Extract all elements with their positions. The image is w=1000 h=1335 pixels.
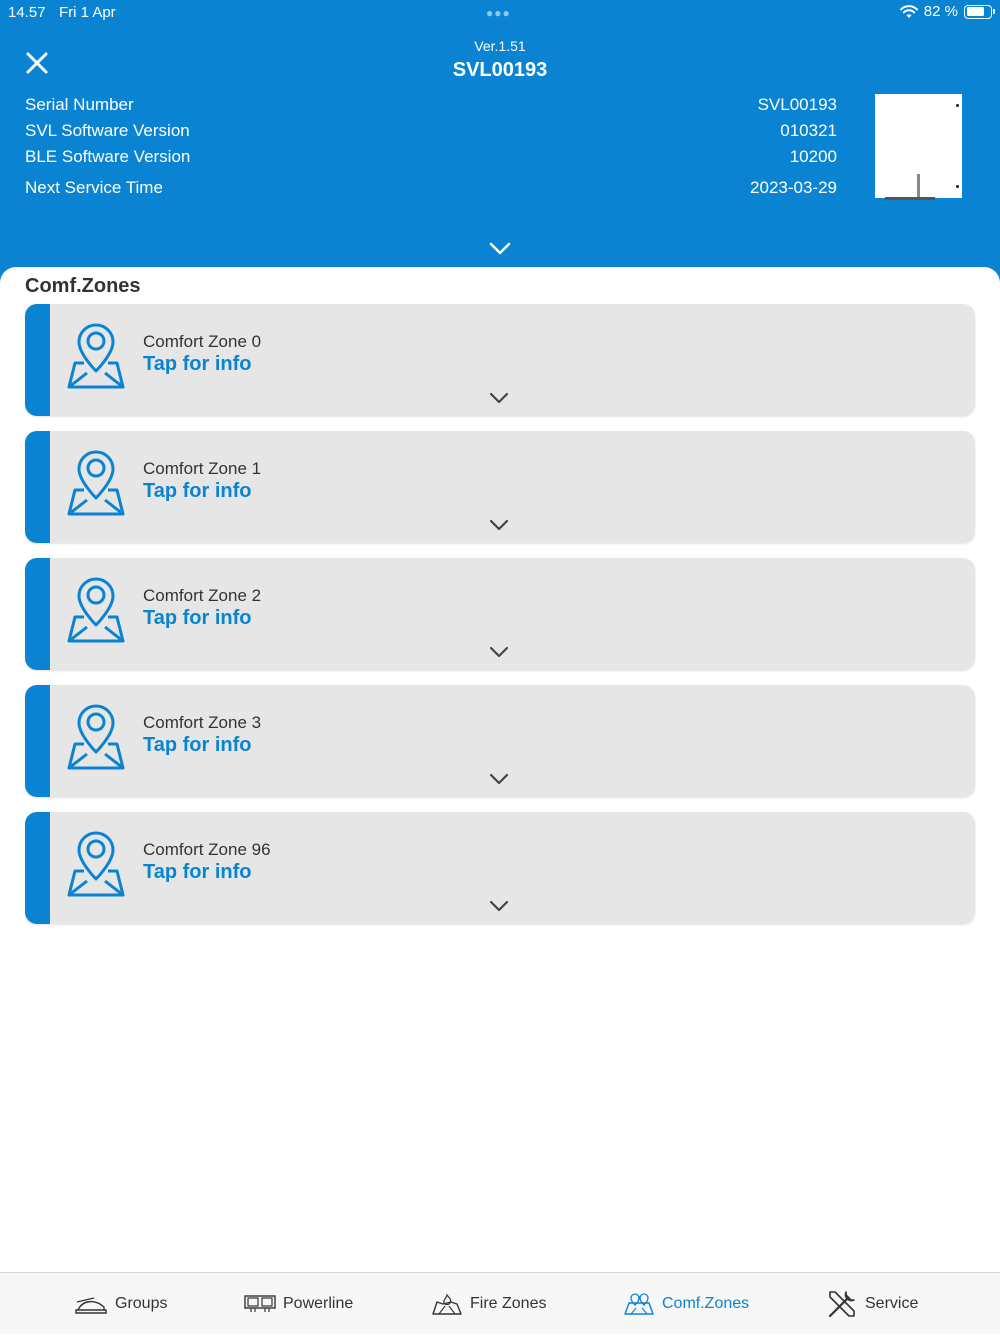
zone-card[interactable]: Comfort Zone 0 Tap for info <box>25 304 975 416</box>
chevron-down-icon[interactable] <box>487 898 511 914</box>
tap-for-info-link[interactable]: Tap for info <box>143 607 252 630</box>
map-pin-icon <box>67 831 125 897</box>
zone-accent-bar <box>25 558 50 670</box>
tab-comf-zones[interactable]: Comf.Zones <box>623 1273 749 1335</box>
info-value: 10200 <box>789 147 837 166</box>
section-title: Comf.Zones <box>25 275 141 297</box>
tap-for-info-link[interactable]: Tap for info <box>143 480 252 503</box>
info-value: SVL00193 <box>757 95 837 114</box>
zone-name: Comfort Zone 1 <box>143 459 262 478</box>
battery-icon <box>964 4 995 19</box>
wifi-icon <box>899 4 918 18</box>
zone-card[interactable]: Comfort Zone 3 Tap for info <box>25 685 975 797</box>
tab-label: Service <box>865 1295 919 1312</box>
map-pin-icon <box>67 450 125 516</box>
service-icon <box>828 1291 855 1318</box>
status-bar: 14.57 Fri 1 Apr ●●● 82 % <box>0 0 1000 26</box>
zone-name: Comfort Zone 96 <box>143 840 271 859</box>
multitasking-dots-icon[interactable]: ●●● <box>486 6 511 20</box>
tap-for-info-link[interactable]: Tap for info <box>143 734 252 757</box>
info-row-next-service-time: Next Service Time 2023-03-29 <box>25 178 837 198</box>
chevron-down-icon[interactable] <box>487 390 511 406</box>
info-row-svl-software-version: SVL Software Version 010321 <box>25 121 837 141</box>
tap-for-info-link[interactable]: Tap for info <box>143 861 252 884</box>
tab-label: Groups <box>115 1295 168 1312</box>
app-version: Ver.1.51 <box>474 38 526 54</box>
powerline-icon <box>244 1295 276 1312</box>
device-title: SVL00193 <box>452 59 548 81</box>
zone-name: Comfort Zone 2 <box>143 586 262 605</box>
chevron-down-icon[interactable] <box>487 644 511 660</box>
tab-fire-zones[interactable]: Fire Zones <box>431 1273 546 1335</box>
zone-accent-bar <box>25 304 50 416</box>
info-label: Serial Number <box>25 95 134 114</box>
zone-accent-bar <box>25 685 50 797</box>
tab-powerline[interactable]: Powerline <box>244 1273 353 1335</box>
battery-percentage: 82 % <box>923 3 958 20</box>
tap-for-info-link[interactable]: Tap for info <box>143 353 252 376</box>
header: 14.57 Fri 1 Apr ●●● 82 % Ver.1.51 SVL001… <box>0 0 1000 300</box>
info-label: SVL Software Version <box>25 121 190 140</box>
zone-card[interactable]: Comfort Zone 1 Tap for info <box>25 431 975 543</box>
zone-accent-bar <box>25 812 50 924</box>
status-date: Fri 1 Apr <box>59 4 116 21</box>
tab-label: Powerline <box>283 1295 354 1312</box>
device-image <box>875 94 962 200</box>
tab-label: Comf.Zones <box>662 1295 750 1312</box>
info-value: 2023-03-29 <box>750 178 837 197</box>
info-row-serial-number: Serial Number SVL00193 <box>25 95 837 115</box>
chevron-down-icon[interactable] <box>487 238 513 260</box>
zone-card[interactable]: Comfort Zone 96 Tap for info <box>25 812 975 924</box>
zone-name: Comfort Zone 3 <box>143 713 262 732</box>
info-value: 010321 <box>780 121 837 140</box>
fire-zones-icon <box>432 1293 462 1315</box>
tab-bar: Groups Powerline Fire Zones Comf.Zones S… <box>0 1272 1000 1334</box>
zones-panel: Comf.Zones Comfort Zone 0 Tap for info C… <box>0 267 1000 1272</box>
tab-label: Fire Zones <box>470 1295 547 1312</box>
zone-card[interactable]: Comfort Zone 2 Tap for info <box>25 558 975 670</box>
info-label: Next Service Time <box>25 178 163 197</box>
status-indicators: 82 % <box>899 3 995 20</box>
info-row-ble-software-version: BLE Software Version 10200 <box>25 147 837 167</box>
map-pin-icon <box>67 704 125 770</box>
zone-name: Comfort Zone 0 <box>143 332 262 351</box>
map-pin-icon <box>67 577 125 643</box>
zone-accent-bar <box>25 431 50 543</box>
tab-service[interactable]: Service <box>826 1273 918 1335</box>
chevron-down-icon[interactable] <box>487 517 511 533</box>
info-label: BLE Software Version <box>25 147 191 166</box>
tab-groups[interactable]: Groups <box>74 1273 167 1335</box>
status-time: 14.57 <box>8 4 46 21</box>
groups-icon <box>75 1297 107 1314</box>
comf-zones-icon <box>624 1293 654 1315</box>
chevron-down-icon[interactable] <box>487 771 511 787</box>
map-pin-icon <box>67 323 125 389</box>
